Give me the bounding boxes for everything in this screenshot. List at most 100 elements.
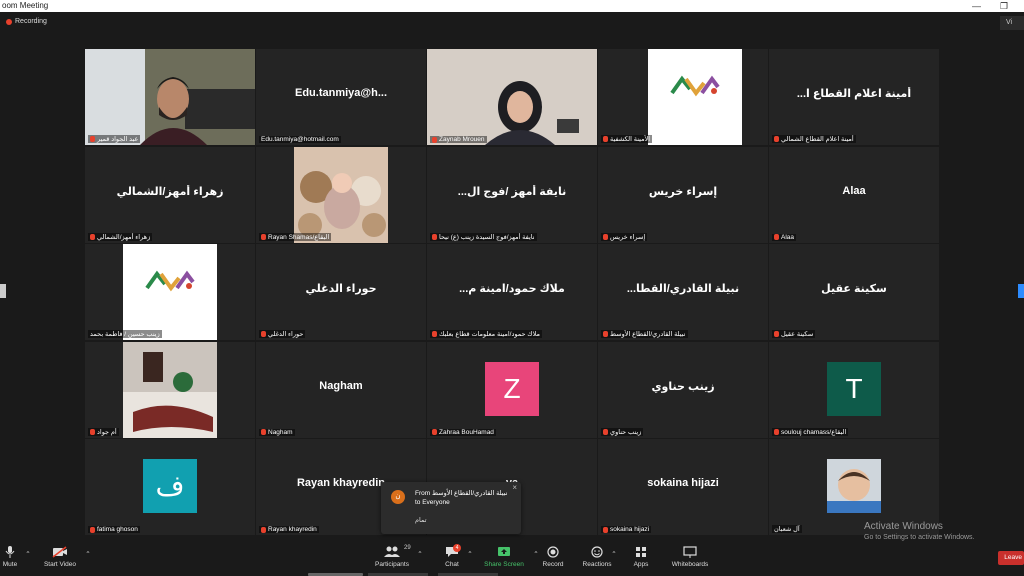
participant-tile[interactable]: Edu.tanmiya@h... Edu.tanmiya@hotmail.com bbox=[256, 49, 426, 145]
participant-tile[interactable]: أم جواد bbox=[85, 341, 255, 438]
participant-tile[interactable]: سكينة عقيل سكينة عقيل bbox=[769, 244, 939, 340]
profile-picture bbox=[827, 459, 881, 518]
muted-mic-icon bbox=[603, 233, 608, 240]
muted-mic-icon bbox=[774, 428, 779, 435]
participant-tile[interactable]: ...نبيلة القادري/القطا نبيلة القادري/القط… bbox=[598, 244, 768, 340]
mute-label: Mute bbox=[2, 561, 18, 568]
avatar-letter: ف bbox=[143, 459, 197, 513]
participant-video bbox=[427, 49, 597, 145]
mute-options-chevron-icon[interactable]: ⌃ bbox=[24, 550, 32, 558]
participant-name-label: سكينة عقيل bbox=[772, 330, 816, 338]
participant-name-label: زينب حسين / فاطمة بحمد bbox=[88, 330, 162, 338]
participant-tile[interactable]: عبد الجواد قمير bbox=[85, 49, 255, 145]
participant-name: إسراء خريس bbox=[610, 233, 646, 241]
muted-mic-icon bbox=[261, 331, 266, 337]
participant-name-label: soulouj chamass/البقاع bbox=[772, 427, 849, 436]
participant-name-label: نبيلة القادري/القطاع الأوسط bbox=[601, 330, 688, 338]
participant-tile[interactable]: إسراء خريس إسراء خريس bbox=[598, 146, 768, 243]
participants-chevron-icon[interactable]: ⌃ bbox=[416, 550, 424, 558]
participant-name-label: Rayan Shamas/البقاع bbox=[259, 232, 332, 241]
participant-name: fatima ghoson bbox=[97, 526, 138, 533]
participant-tile[interactable]: زينب حناوي زينب حناوي bbox=[598, 341, 768, 438]
avatar-letter: Z bbox=[485, 361, 539, 416]
participant-display-name: إسراء خريس bbox=[648, 185, 718, 198]
participant-tile[interactable]: ...ملاك حمود/امينة م ملاك حمود/امينة معلو… bbox=[427, 244, 597, 340]
next-page-arrow-icon[interactable] bbox=[1018, 284, 1024, 298]
start-video-button[interactable]: Start Video bbox=[40, 546, 80, 568]
participant-display-name: Nagham bbox=[319, 379, 363, 392]
participant-tile[interactable]: Zaynab Mrouen bbox=[427, 49, 597, 145]
reactions-label: Reactions bbox=[582, 561, 612, 568]
participant-display-name: ...أمينة اعلام القطاع ا bbox=[796, 88, 912, 100]
participant-tile[interactable]: الأمينة الكشفية bbox=[598, 49, 768, 145]
chat-chevron-icon[interactable]: ⌃ bbox=[466, 550, 474, 558]
view-button[interactable]: Vi bbox=[1000, 16, 1024, 30]
participants-button[interactable]: 29 Participants bbox=[372, 545, 412, 568]
participant-tile[interactable]: Z Zahraa BouHamad bbox=[427, 341, 597, 438]
mute-button[interactable]: Mute bbox=[0, 546, 20, 568]
chat-notification[interactable]: ن From نبيلة القادري/القطاع الأوسط to Ev… bbox=[381, 482, 521, 534]
participants-label: Participants bbox=[375, 561, 409, 568]
apps-icon bbox=[633, 546, 649, 558]
participant-display-name: ...نايفة أمهز /فوج ال bbox=[457, 185, 567, 198]
participant-name-label: زينب حناوي bbox=[601, 427, 644, 436]
apps-button[interactable]: Apps bbox=[630, 546, 652, 568]
participant-name: نبيلة القادري/القطاع الأوسط bbox=[610, 331, 686, 338]
close-icon[interactable]: × bbox=[512, 483, 517, 492]
participant-display-name: Edu.tanmiya@h... bbox=[294, 87, 388, 99]
participant-name: حوراء الدغلي bbox=[268, 331, 304, 338]
participant-tile[interactable]: Rayan Shamas/البقاع bbox=[256, 146, 426, 243]
participant-name-label: أمينة اعلام القطاع الشمالي bbox=[772, 135, 856, 143]
activate-windows-watermark: Activate Windows Go to Settings to activ… bbox=[864, 521, 975, 541]
participant-name-label: Zahraa BouHamad bbox=[430, 428, 496, 436]
participant-name-label: عبد الجواد قمير bbox=[88, 135, 141, 143]
muted-mic-icon bbox=[90, 428, 95, 435]
share-chevron-icon[interactable]: ⌃ bbox=[532, 550, 540, 558]
reactions-chevron-icon[interactable]: ⌃ bbox=[610, 550, 618, 558]
participant-tile[interactable]: sokaina hijazi sokaina hijazi bbox=[598, 439, 768, 535]
muted-mic-icon bbox=[432, 331, 437, 337]
participant-name-label: إسراء خريس bbox=[601, 232, 648, 241]
participant-tile[interactable]: ...أمينة اعلام القطاع ا أمينة اعلام القطا… bbox=[769, 49, 939, 145]
record-button[interactable]: Record bbox=[540, 546, 566, 568]
participant-name: soulouj chamass/البقاع bbox=[781, 428, 847, 436]
participant-name: زينب حسين / فاطمة بحمد bbox=[90, 331, 160, 338]
participant-tile[interactable]: ف fatima ghoson bbox=[85, 439, 255, 535]
reactions-button[interactable]: Reactions bbox=[580, 546, 614, 568]
muted-mic-icon bbox=[432, 136, 437, 143]
participant-video bbox=[85, 49, 255, 145]
participant-tile[interactable]: Tsoulouj chamass/البقاع bbox=[769, 341, 939, 438]
participant-name: زينب حناوي bbox=[610, 428, 642, 436]
meeting-toolbar: Mute ⌃ Start Video ⌃ 29 Participants ⌃ 4… bbox=[0, 544, 1024, 576]
participant-name: نايفة أمهز/فوج السيدة زينب (ع) نيحا bbox=[439, 233, 535, 241]
muted-mic-icon bbox=[432, 233, 437, 240]
minimize-button[interactable]: — bbox=[972, 0, 981, 12]
participant-tile[interactable]: ...نايفة أمهز /فوج ال نايفة أمهز/فوج السي… bbox=[427, 146, 597, 243]
participant-tile[interactable]: زينب حسين / فاطمة بحمد bbox=[85, 244, 255, 340]
microphone-icon bbox=[2, 546, 18, 558]
participant-tile[interactable]: Alaa Alaa bbox=[769, 146, 939, 243]
record-dot-icon bbox=[6, 18, 12, 25]
muted-mic-icon bbox=[90, 233, 95, 240]
meeting-topbar: Recording Vi bbox=[0, 12, 1024, 34]
share-screen-button[interactable]: Share Screen bbox=[482, 546, 526, 568]
participant-name-label: آل شعبان bbox=[772, 525, 802, 533]
leave-button[interactable]: Leave bbox=[998, 551, 1024, 565]
muted-mic-icon bbox=[90, 526, 95, 533]
participant-tile[interactable]: حوراء الدغلي حوراء الدغلي bbox=[256, 244, 426, 340]
participant-tile[interactable]: زهراء أمهز/الشمالي زهراء أمهز/الشمالي bbox=[85, 146, 255, 243]
participant-name-label: الأمينة الكشفية bbox=[601, 135, 653, 143]
muted-mic-icon bbox=[603, 331, 608, 337]
video-options-chevron-icon[interactable]: ⌃ bbox=[84, 550, 92, 558]
chat-message: تمام bbox=[415, 517, 427, 524]
prev-page-arrow-icon[interactable] bbox=[0, 284, 6, 298]
participant-display-name: زهراء أمهز/الشمالي bbox=[116, 185, 224, 198]
chat-button[interactable]: 4 Chat bbox=[440, 544, 464, 568]
restore-button[interactable]: ❐ bbox=[1000, 0, 1008, 12]
participant-tile[interactable]: Nagham Nagham bbox=[256, 341, 426, 438]
recording-indicator[interactable]: Recording bbox=[6, 18, 47, 25]
video-gallery: عبد الجواد قمير Edu.tanmiya@h... Edu.tanmi… bbox=[85, 49, 939, 535]
participant-name-label: Nagham bbox=[259, 428, 295, 436]
whiteboards-button[interactable]: Whiteboards bbox=[668, 546, 712, 568]
share-screen-icon bbox=[496, 546, 512, 558]
